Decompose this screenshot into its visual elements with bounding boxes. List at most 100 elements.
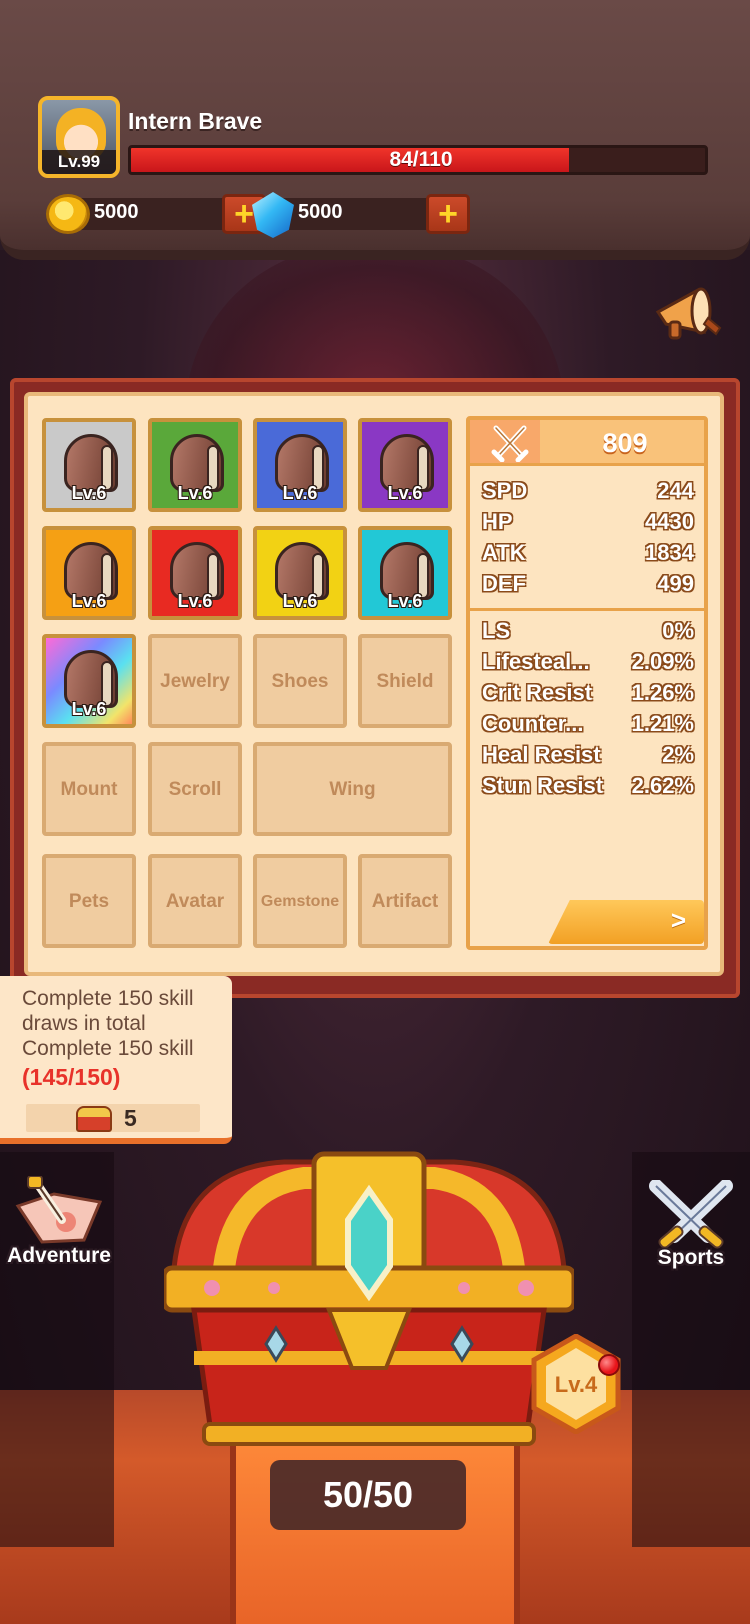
slot-mount[interactable]: Mount [42,742,136,836]
slot-level: Lv.6 [71,483,107,503]
slot-label: Scroll [168,779,222,800]
slot-level: Lv.6 [71,699,107,719]
slot-label: Shield [376,671,434,692]
quest-reward: 5 [26,1104,200,1132]
gold-coin-icon [46,194,90,234]
crossed-swords-icon[interactable] [646,1180,736,1254]
equipment-slot[interactable]: Lv.6 [42,634,136,728]
stat-key: HP [482,509,513,534]
plus-icon: + [234,195,254,233]
slot-label: Jewelry [160,671,230,692]
slot-artifact[interactable]: Artifact [358,854,452,948]
slot-jewelry[interactable]: Jewelry [148,634,242,728]
stat-key: Crit Resist [482,680,593,705]
stat-row-hp: HP 4430 [482,509,694,539]
stat-key: Heal Resist [482,742,601,767]
equipment-slot[interactable]: Lv.6 [253,526,347,620]
slot-level: Lv.6 [387,591,423,611]
stat-key: ATK [482,540,526,565]
slot-shield[interactable]: Shield [358,634,452,728]
slot-label: Avatar [165,891,225,912]
slot-level: Lv.6 [177,483,213,503]
slot-level: Lv.6 [177,591,213,611]
power-header: 809 [470,420,704,466]
quest-description: Complete 150 skill draws in total Comple… [22,987,194,1060]
stat-row-stun-resist: Stun Resist 2.62% [482,773,694,803]
equipment-slot[interactable]: Lv.6 [253,418,347,512]
stat-value: 244 [657,478,694,503]
slot-level: Lv.6 [387,483,423,503]
equipment-slot[interactable]: Lv.6 [358,526,452,620]
stat-row-crit-resist: Crit Resist 1.26% [482,680,694,710]
slot-wing[interactable]: Wing [253,742,452,836]
equipment-slot[interactable]: Lv.6 [42,418,136,512]
plus-icon: + [438,195,458,233]
stat-value: 1834 [645,540,694,565]
notification-dot [598,1354,620,1376]
slot-avatar[interactable]: Avatar [148,854,242,948]
map-sword-icon[interactable] [14,1176,104,1246]
megaphone-icon[interactable] [652,282,722,344]
equipment-slot[interactable]: Lv.6 [358,418,452,512]
stats-divider [470,608,704,611]
stats-detail-button[interactable]: > [548,900,704,944]
stat-key: SPD [482,478,528,503]
stat-row-ls: LS 0% [482,618,694,648]
treasure-chest-icon[interactable] [164,1148,574,1458]
stat-value: 4430 [645,509,694,534]
equipment-slot[interactable]: Lv.6 [148,526,242,620]
stat-value: 499 [657,571,694,596]
quest-progress: (145/150) [22,1064,121,1090]
slot-label: Artifact [371,891,439,912]
reward-count: 5 [124,1105,137,1131]
power-value: 809 [602,428,648,458]
slot-label: Shoes [271,671,329,692]
adventure-label[interactable]: Adventure [0,1244,124,1268]
stat-row-atk: ATK 1834 [482,540,694,570]
chest-level-text-wrap: Lv.4 [530,1334,622,1434]
stat-key: LS [482,618,511,643]
stat-key: Lifesteal... [482,649,590,674]
add-gems-button[interactable]: + [426,194,470,234]
slot-label: Pets [68,891,110,912]
treasure-chest-icon [76,1106,112,1132]
stat-row-spd: SPD 244 [482,478,694,508]
slot-level: Lv.6 [282,483,318,503]
hp-text: 84/110 [389,148,453,171]
stat-value: 1.26% [631,680,694,705]
equipment-slot[interactable]: Lv.6 [148,418,242,512]
slot-level: Lv.6 [282,591,318,611]
stat-value: 0% [662,618,694,643]
chest-count: 50/50 [270,1460,466,1530]
stat-key: Stun Resist [482,773,604,798]
stat-row-lifesteal: Lifesteal... 2.09% [482,649,694,679]
slot-level: Lv.6 [71,591,107,611]
slot-label: Gemstone [260,893,340,910]
stat-value: 2% [662,742,694,767]
crossed-swords-icon [491,425,529,462]
sports-label[interactable]: Sports [626,1246,750,1270]
player-avatar[interactable]: Lv.99 [38,96,120,178]
slot-pets[interactable]: Pets [42,854,136,948]
stat-value: 2.09% [631,649,694,674]
stat-row-counter: Counter... 1.21% [482,711,694,741]
gem-value: 5000 [298,201,343,223]
player-name: Intern Brave [128,108,263,134]
stat-key: Counter... [482,711,584,736]
stat-value: 2.62% [631,773,694,798]
player-level: Lv.99 [42,150,116,174]
slot-gemstone[interactable]: Gemstone [253,854,347,948]
slot-scroll[interactable]: Scroll [148,742,242,836]
stat-row-heal-resist: Heal Resist 2% [482,742,694,772]
stat-value: 1.21% [631,711,694,736]
chevron-right-icon: > [670,905,686,935]
stats-panel: 809 SPD 244 HP 4430 ATK 1834 DEF 499 LS 0% Li… [466,416,708,950]
gold-value: 5000 [94,201,139,223]
hp-bar: 84/110 [128,145,708,175]
slot-label: Wing [329,779,376,800]
stat-key: DEF [482,571,526,596]
stat-row-def: DEF 499 [482,571,694,601]
equipment-slot[interactable]: Lv.6 [42,526,136,620]
slot-label: Mount [60,779,118,800]
slot-shoes[interactable]: Shoes [253,634,347,728]
